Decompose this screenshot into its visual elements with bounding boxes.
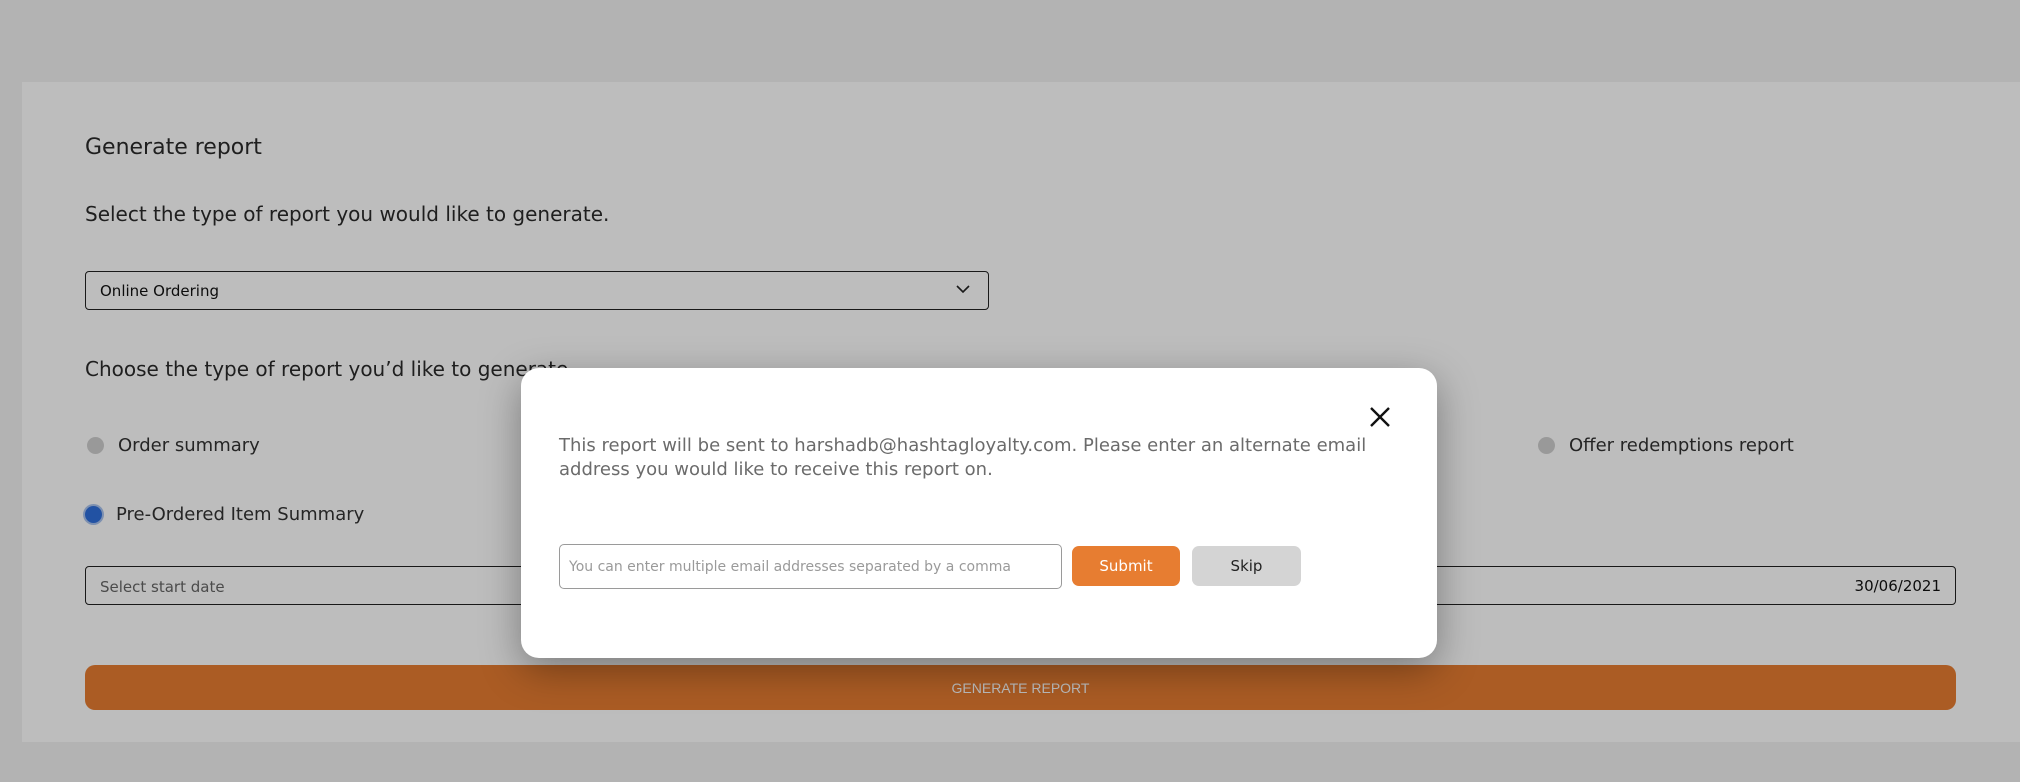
email-input[interactable]: [559, 544, 1062, 589]
skip-button[interactable]: Skip: [1192, 546, 1301, 586]
close-icon[interactable]: [1367, 404, 1393, 430]
submit-button[interactable]: Submit: [1072, 546, 1180, 586]
modal-message: This report will be sent to harshadb@has…: [559, 435, 1367, 480]
email-modal: This report will be sent to harshadb@has…: [521, 368, 1437, 658]
